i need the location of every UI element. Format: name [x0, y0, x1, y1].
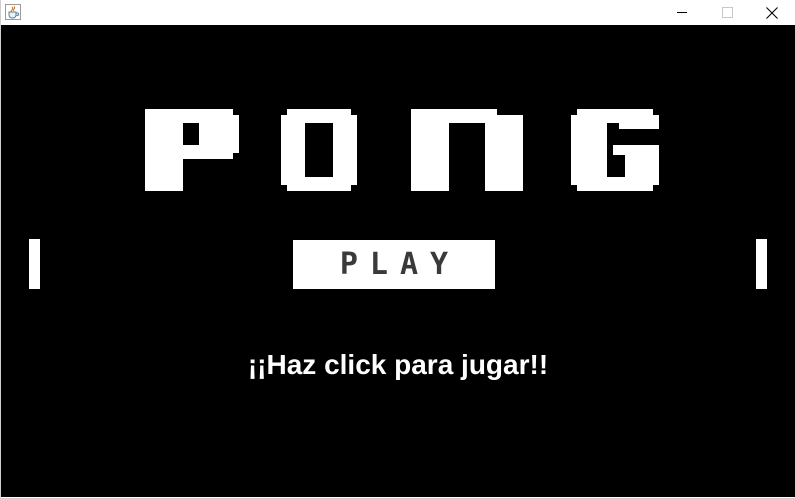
app-window: PLAY ¡¡Haz click para jugar!!: [0, 0, 796, 499]
close-icon: [766, 6, 778, 19]
play-button[interactable]: PLAY: [293, 240, 495, 289]
click-to-play-prompt: ¡¡Haz click para jugar!!: [247, 349, 549, 380]
close-button[interactable]: [749, 0, 795, 25]
java-coffee-cup-icon: [5, 4, 21, 20]
minimize-icon: [676, 12, 687, 13]
title-bar[interactable]: [1, 0, 795, 25]
play-button-label: PLAY: [339, 247, 461, 282]
left-paddle: [29, 239, 40, 289]
right-paddle: [756, 239, 767, 289]
maximize-button[interactable]: [704, 0, 750, 25]
minimize-button[interactable]: [659, 0, 705, 25]
game-canvas[interactable]: PLAY ¡¡Haz click para jugar!!: [1, 25, 795, 497]
maximize-icon: [721, 7, 733, 18]
pong-title-logo: [145, 109, 659, 191]
